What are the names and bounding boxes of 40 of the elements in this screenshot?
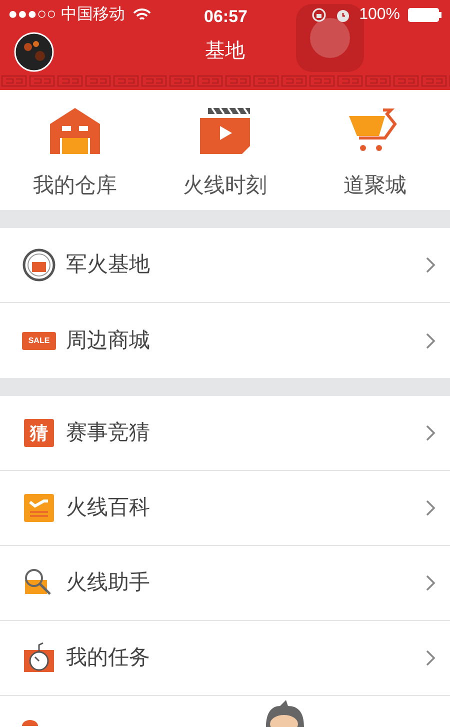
page-title: 基地	[205, 39, 245, 64]
warehouse-icon	[50, 108, 100, 154]
row-label: 我的任务	[66, 645, 150, 672]
list-row[interactable]: SALE 周边商城	[0, 303, 450, 378]
row-label: 周边商城	[66, 328, 150, 354]
battery-icon	[408, 8, 442, 22]
clock-text: 06:57	[204, 6, 248, 28]
carrier-text: ●●●○○ 中国移动	[8, 4, 125, 25]
shortcut-tile[interactable]: 道聚城	[300, 108, 450, 210]
alarm-icon	[335, 7, 352, 23]
sale-tag-icon: SALE	[22, 332, 56, 350]
wifi-icon	[132, 8, 151, 22]
list-row[interactable]: 火线助手	[0, 546, 450, 621]
chevron-right-icon	[426, 575, 436, 591]
row-label: 赛事竞猜	[66, 420, 150, 446]
chevron-right-icon	[426, 257, 436, 273]
shortcut-label: 道聚城	[344, 173, 406, 199]
rotation-lock-icon	[311, 7, 328, 23]
shortcut-tile[interactable]: 火线时刻	[150, 108, 300, 210]
assistive-touch-knob	[310, 18, 350, 58]
clapperboard-icon	[200, 108, 250, 154]
chevron-right-icon	[426, 650, 436, 666]
shortcut-label: 我的仓库	[33, 173, 117, 199]
list-row[interactable]: 火线百科	[0, 471, 450, 546]
list-row[interactable]: 我的任务	[0, 621, 450, 696]
book-icon	[24, 494, 54, 522]
row-label: 军火基地	[66, 252, 150, 278]
shortcut-tile[interactable]: 我的仓库	[0, 108, 150, 210]
emblem-icon	[22, 248, 56, 282]
row-label: 火线百科	[66, 495, 150, 522]
row-label: 火线助手	[66, 570, 150, 596]
timer-icon	[24, 642, 54, 674]
chevron-right-icon	[426, 332, 436, 348]
chevron-right-icon	[426, 500, 436, 516]
list-row[interactable]: 军火基地	[0, 228, 450, 303]
guess-icon: 猜	[24, 419, 54, 447]
chevron-right-icon	[426, 425, 436, 441]
shortcut-label: 火线时刻	[183, 173, 267, 199]
battery-text: 100%	[359, 5, 400, 25]
list-row[interactable]: 猜 赛事竞猜	[0, 396, 450, 471]
